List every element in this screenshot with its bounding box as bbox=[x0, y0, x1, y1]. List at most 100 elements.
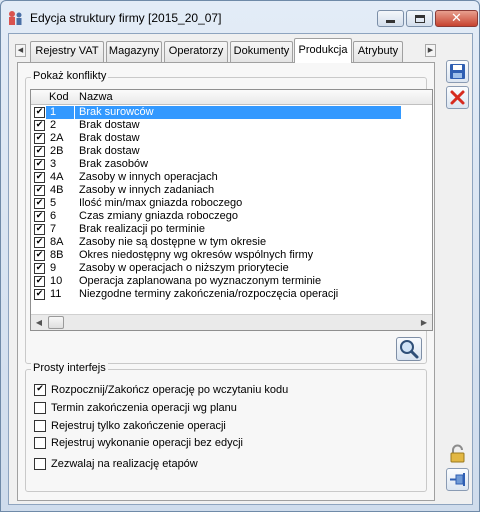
table-row[interactable]: ✔ 7 Brak realizacji po terminie bbox=[31, 223, 432, 236]
row-name: Ilość min/max gniazda roboczego bbox=[79, 197, 243, 209]
row-checkbox[interactable]: ✔ bbox=[34, 185, 45, 196]
minimize-icon bbox=[386, 20, 395, 23]
table-row[interactable]: ✔ 9 Zasoby w operacjach o niższym prioryte… bbox=[31, 262, 432, 275]
row-checkbox[interactable]: ✔ bbox=[34, 146, 45, 157]
row-checkbox[interactable]: ✔ bbox=[34, 172, 45, 183]
table-row[interactable]: ✔ 6 Czas zmiany gniazda roboczego bbox=[31, 210, 432, 223]
row-code: 10 bbox=[50, 275, 63, 287]
row-code: 9 bbox=[50, 262, 57, 274]
row-checkbox[interactable]: ✔ bbox=[34, 159, 45, 170]
table-row[interactable]: ✔ 8A Zasoby nie są dostępne w tym okresie bbox=[31, 236, 432, 249]
lock-button[interactable] bbox=[446, 442, 469, 465]
row-name: Czas zmiany gniazda roboczego bbox=[79, 210, 238, 222]
simple-interface-legend: Prosty interfejs bbox=[31, 362, 108, 374]
cancel-button[interactable] bbox=[446, 86, 469, 109]
row-code: 7 bbox=[50, 223, 57, 235]
row-code: 4A bbox=[50, 171, 64, 183]
close-button[interactable]: ✕ bbox=[435, 10, 478, 27]
save-icon bbox=[450, 64, 465, 79]
row-name: Brak dostaw bbox=[79, 119, 140, 131]
row-name: Brak realizacji po terminie bbox=[79, 223, 205, 235]
row-code: 3 bbox=[50, 158, 57, 170]
row-name: Brak dostaw bbox=[79, 145, 140, 157]
maximize-icon bbox=[414, 14, 425, 23]
option-label: Zezwalaj na realizację etapów bbox=[51, 458, 198, 470]
tab-panel-produkcja: Pokaż konflikty Kod Nazwa ✔ 1 Brak surowcó… bbox=[17, 62, 435, 501]
option-checkbox[interactable] bbox=[34, 458, 46, 470]
row-code: 4B bbox=[50, 184, 64, 196]
row-checkbox[interactable]: ✔ bbox=[34, 120, 45, 131]
row-checkbox[interactable]: ✔ bbox=[34, 198, 45, 209]
option-label: Termin zakończenia operacji wg planu bbox=[51, 402, 237, 414]
conflicts-legend: Pokaż konflikty bbox=[31, 70, 109, 82]
row-checkbox[interactable]: ✔ bbox=[34, 133, 45, 144]
row-name: Okres niedostępny wg okresów wspólnych f… bbox=[79, 249, 314, 261]
table-row[interactable]: ✔ 2A Brak dostaw bbox=[31, 132, 432, 145]
row-checkbox[interactable]: ✔ bbox=[34, 263, 45, 274]
table-row[interactable]: ✔ 5 Ilość min/max gniazda roboczego bbox=[31, 197, 432, 210]
conflicts-group: Pokaż konflikty Kod Nazwa ✔ 1 Brak surowcó… bbox=[25, 70, 433, 364]
window: Edycja struktury firmy [2015_20_07] ✕ ◀ … bbox=[0, 0, 480, 512]
horizontal-scrollbar[interactable]: ◀ ▶ bbox=[31, 314, 432, 330]
minimize-button[interactable] bbox=[377, 10, 404, 27]
option-label: Rejestruj wykonanie operacji bez edycji bbox=[51, 437, 243, 449]
row-name: Brak dostaw bbox=[79, 132, 140, 144]
row-code: 2B bbox=[50, 145, 64, 157]
row-checkbox[interactable]: ✔ bbox=[34, 224, 45, 235]
table-row[interactable]: ✔ 11 Niezgodne terminy zakończenia/rozpocz… bbox=[31, 288, 432, 301]
tab-produkcja[interactable]: Produkcja bbox=[294, 38, 352, 63]
row-name: Niezgodne terminy zakończenia/rozpoczęci… bbox=[79, 288, 339, 300]
option-checkbox[interactable] bbox=[34, 402, 46, 414]
tab-atrybuty[interactable]: Atrybuty bbox=[353, 41, 403, 62]
maximize-button[interactable] bbox=[406, 10, 433, 27]
row-code: 6 bbox=[50, 210, 57, 222]
option-checkbox[interactable] bbox=[34, 420, 46, 432]
row-code: 8A bbox=[50, 236, 64, 248]
option-label: Rozpocznij/Zakończ operację po wczytaniu… bbox=[51, 384, 289, 396]
table-row[interactable]: ✔ 1 Brak surowców bbox=[31, 106, 432, 119]
row-code: 8B bbox=[50, 249, 64, 261]
option-checkbox[interactable] bbox=[34, 437, 46, 449]
conflicts-table[interactable]: Kod Nazwa ✔ 1 Brak surowców ✔ 2 Brak dostaw ✔ 2… bbox=[30, 89, 433, 331]
row-checkbox[interactable]: ✔ bbox=[34, 276, 45, 287]
table-row[interactable]: ✔ 8B Okres niedostępny wg okresów wspólnyc… bbox=[31, 249, 432, 262]
scroll-right-icon[interactable]: ▶ bbox=[416, 315, 432, 330]
table-row[interactable]: ✔ 4B Zasoby w innych zadaniach bbox=[31, 184, 432, 197]
dialog-client-area: ◀ ▶ Rejestry VAT Magazyny Operatorzy Dok… bbox=[8, 33, 473, 505]
scroll-left-icon[interactable]: ◀ bbox=[31, 315, 47, 330]
row-name: Zasoby w innych zadaniach bbox=[79, 184, 215, 196]
table-row[interactable]: ✔ 2B Brak dostaw bbox=[31, 145, 432, 158]
pin-button[interactable] bbox=[446, 468, 469, 491]
row-checkbox[interactable]: ✔ bbox=[34, 289, 45, 300]
row-checkbox[interactable]: ✔ bbox=[34, 211, 45, 222]
table-row[interactable]: ✔ 3 Brak zasobów bbox=[31, 158, 432, 171]
scrollbar-thumb[interactable] bbox=[48, 316, 64, 329]
tab-scroll-right-button[interactable]: ▶ bbox=[425, 44, 436, 57]
row-code: 1 bbox=[46, 106, 74, 119]
row-checkbox[interactable]: ✔ bbox=[34, 237, 45, 248]
table-row[interactable]: ✔ 4A Zasoby w innych operacjach bbox=[31, 171, 432, 184]
tab-magazyny[interactable]: Magazyny bbox=[106, 41, 162, 62]
title-bar[interactable]: Edycja struktury firmy [2015_20_07] ✕ bbox=[1, 1, 479, 33]
row-name: Zasoby nie są dostępne w tym okresie bbox=[79, 236, 267, 248]
table-row[interactable]: ✔ 2 Brak dostaw bbox=[31, 119, 432, 132]
row-code: 11 bbox=[50, 288, 62, 300]
tab-operatorzy[interactable]: Operatorzy bbox=[164, 41, 228, 62]
option-checkbox[interactable]: ✔ bbox=[34, 384, 46, 396]
row-name: Operacja zaplanowana po wyznaczonym term… bbox=[79, 275, 322, 287]
table-row[interactable]: ✔ 10 Operacja zaplanowana po wyznaczonym t… bbox=[31, 275, 432, 288]
row-checkbox[interactable]: ✔ bbox=[34, 107, 45, 118]
table-header: Kod Nazwa bbox=[31, 90, 432, 105]
tab-rejestry-vat[interactable]: Rejestry VAT bbox=[30, 41, 104, 62]
search-button[interactable] bbox=[396, 337, 422, 361]
row-checkbox[interactable]: ✔ bbox=[34, 250, 45, 261]
tab-dokumenty[interactable]: Dokumenty bbox=[230, 41, 293, 62]
tab-scroll-left-button[interactable]: ◀ bbox=[15, 44, 26, 57]
row-code: 5 bbox=[50, 197, 57, 209]
option-label: Rejestruj tylko zakończenie operacji bbox=[51, 420, 226, 432]
column-header-name[interactable]: Nazwa bbox=[79, 91, 113, 103]
close-icon: ✕ bbox=[451, 11, 462, 26]
window-title: Edycja struktury firmy [2015_20_07] bbox=[30, 11, 222, 25]
column-header-code[interactable]: Kod bbox=[49, 91, 69, 103]
save-button[interactable] bbox=[446, 60, 469, 83]
